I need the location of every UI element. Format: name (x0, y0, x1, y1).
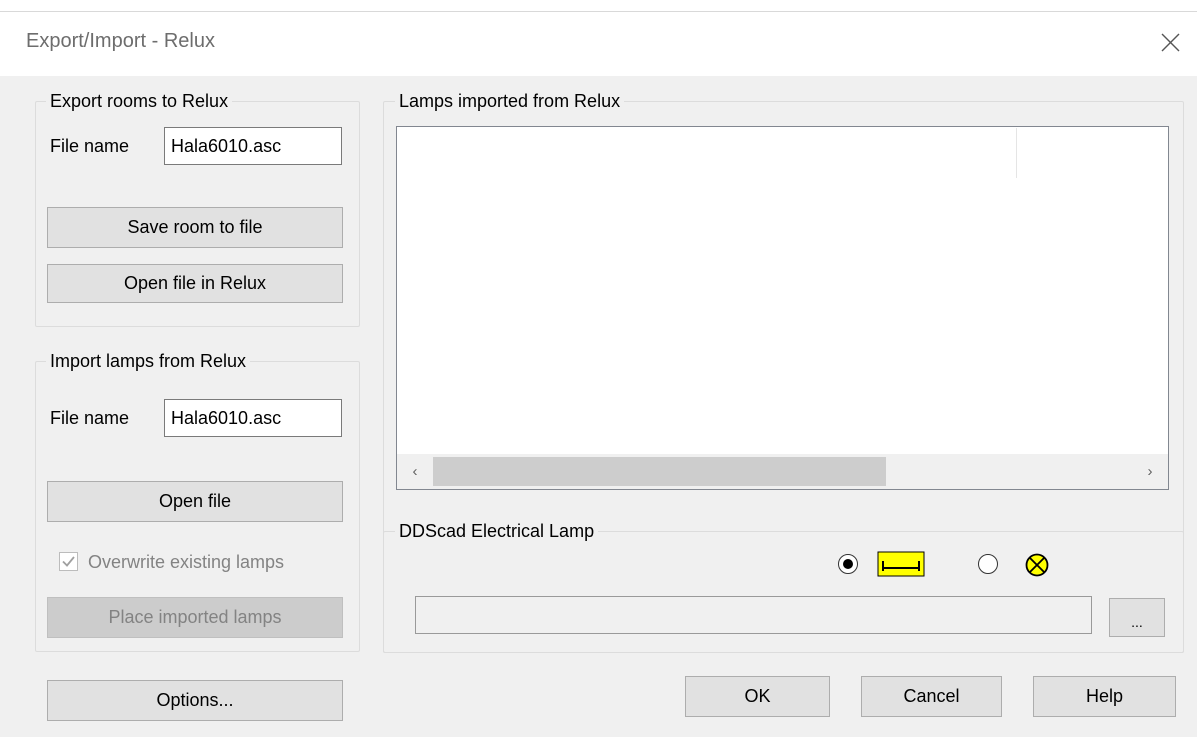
fluorescent-lamp-radio[interactable] (838, 554, 858, 574)
place-imported-lamps-button[interactable]: Place imported lamps (47, 597, 343, 638)
import-file-name-input[interactable]: Hala6010.asc (164, 399, 342, 437)
options-button[interactable]: Options... (47, 680, 343, 721)
window-title: Export/Import - Relux (26, 30, 215, 52)
ok-button[interactable]: OK (685, 676, 830, 717)
close-button[interactable] (1151, 22, 1191, 62)
checkmark-icon (62, 556, 75, 567)
export-file-name-input[interactable]: Hala6010.asc (164, 127, 342, 165)
help-button[interactable]: Help (1033, 676, 1176, 717)
list-column-separator (1016, 128, 1017, 178)
cancel-button[interactable]: Cancel (861, 676, 1002, 717)
ddscad-electrical-lamp-group (383, 531, 1184, 653)
lamp-path-field[interactable] (415, 596, 1092, 634)
import-file-name-label: File name (50, 408, 130, 428)
import-lamps-legend: Import lamps from Relux (46, 351, 251, 371)
radio-selected-dot (843, 559, 853, 569)
scroll-right-arrow[interactable]: › (1139, 455, 1161, 488)
incandescent-lamp-symbol-icon (1024, 552, 1050, 578)
overwrite-existing-lamps-checkbox[interactable] (59, 552, 78, 571)
close-icon (1161, 33, 1180, 52)
imported-lamps-list[interactable] (396, 126, 1169, 490)
fluorescent-tube-symbol-icon (877, 551, 925, 577)
ddscad-electrical-lamp-legend: DDScad Electrical Lamp (395, 521, 599, 541)
scrollbar-thumb[interactable] (433, 457, 886, 486)
scroll-left-arrow[interactable]: ‹ (404, 455, 426, 488)
overwrite-existing-lamps-label: Overwrite existing lamps (88, 552, 285, 572)
browse-button[interactable]: ... (1109, 598, 1165, 637)
open-file-button[interactable]: Open file (47, 481, 343, 522)
open-file-in-relux-button[interactable]: Open file in Relux (47, 264, 343, 303)
lamps-imported-legend: Lamps imported from Relux (395, 91, 625, 111)
save-room-to-file-button[interactable]: Save room to file (47, 207, 343, 248)
export-rooms-legend: Export rooms to Relux (46, 91, 233, 111)
incandescent-lamp-radio[interactable] (978, 554, 998, 574)
export-file-name-label: File name (50, 136, 130, 156)
